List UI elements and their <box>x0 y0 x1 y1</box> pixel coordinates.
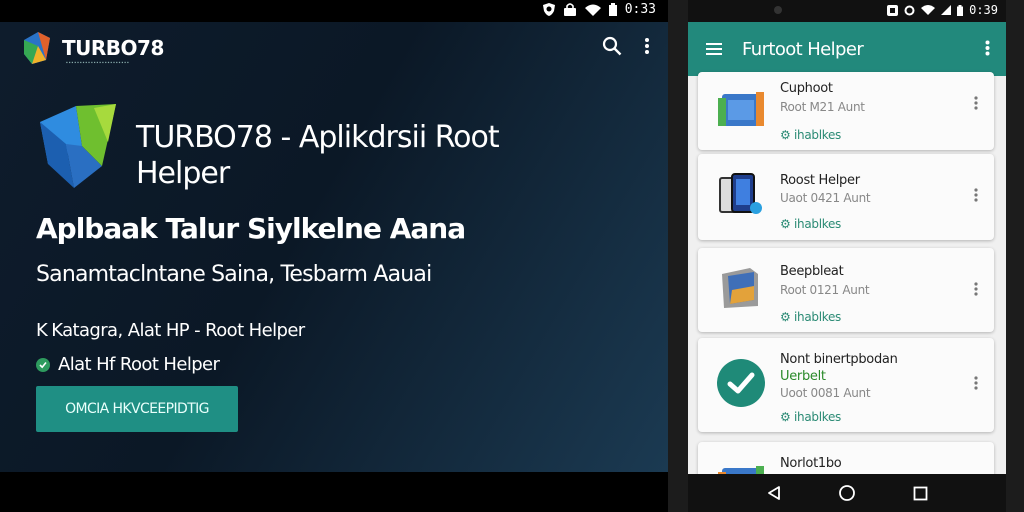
category-text: Katagra, Alat HP - Root Helper <box>51 320 305 341</box>
item-title: Nont binertpbodan <box>780 352 898 367</box>
item-subtitle: Root M21 Aunt <box>780 100 865 114</box>
brand-name: TURBO78 <box>62 36 164 60</box>
list-item[interactable]: Beepbleat Root 0121 Aunt ⚙ ihablkes <box>698 248 994 332</box>
search-icon[interactable] <box>602 36 622 56</box>
hero-area: TURBO78 ▪▪▪▪▪▪▪▪▪▪▪▪▪▪▪▪▪▪▪▪▪▪▪ TURBO78 … <box>0 22 668 472</box>
more-vert-icon[interactable] <box>644 37 650 55</box>
item-title: Beepbleat <box>780 264 844 279</box>
check-circle-icon <box>717 359 765 407</box>
item-tag: ⚙ ihablkes <box>780 217 841 231</box>
item-tag: ⚙ ihablkes <box>780 410 841 424</box>
more-vert-icon[interactable] <box>974 376 978 390</box>
folder-icon <box>718 92 764 126</box>
hero-subtitle: Aplbaak Talur Siylkelne Aana <box>36 212 466 245</box>
menu-icon[interactable] <box>706 43 722 55</box>
folder-icon <box>718 466 764 474</box>
hero-title: TURBO78 - Aplikdrsii Root Helper <box>136 120 500 191</box>
item-tag-label: ihablkes <box>793 217 841 231</box>
item-tag: ⚙ ihablkes <box>780 310 841 324</box>
home-icon[interactable] <box>838 484 856 502</box>
hero-description: Sanamtaclntane Saina, Tesbarm Aauai <box>36 262 432 287</box>
bottom-bar <box>0 472 668 512</box>
nfc-icon <box>887 4 899 16</box>
app-logo-icon <box>40 104 116 188</box>
phone-screen: Furtoot Helper Cuphoot Root M21 Aunt ⚙ i… <box>688 22 1006 474</box>
app-bar-title: Furtoot Helper <box>742 38 864 60</box>
item-tag: ⚙ ihablkes <box>780 128 841 142</box>
shield-icon <box>542 3 555 16</box>
sync-icon <box>904 5 915 15</box>
check-icon <box>36 357 50 372</box>
item-title: Norlot1bo <box>780 456 842 471</box>
promo-panel: 0:33 TURBO78 ▪▪▪▪▪▪▪▪▪▪▪▪▪▪▪▪▪▪▪▪▪▪▪ TUR… <box>0 0 668 512</box>
app-bar: Furtoot Helper <box>688 22 1006 76</box>
back-icon[interactable] <box>766 485 782 501</box>
category-row: K Katagra, Alat HP - Root Helper <box>36 320 305 341</box>
lock-icon <box>563 3 576 16</box>
status-text: Alat Hf Root Helper <box>58 354 220 375</box>
phone-status-bar: 0:39 <box>688 0 1006 22</box>
phone-icon <box>719 173 762 214</box>
item-title: Roost Helper <box>780 173 860 188</box>
phone-status-time: 0:39 <box>969 3 998 17</box>
battery-icon <box>957 4 964 16</box>
more-vert-icon[interactable] <box>974 282 978 296</box>
wifi-icon <box>921 5 936 15</box>
recents-icon[interactable] <box>913 486 928 501</box>
item-status: Uerbelt <box>780 369 826 384</box>
wifi-icon <box>584 4 601 16</box>
category-prefix: K <box>36 320 48 341</box>
list-item[interactable]: Cuphoot Root M21 Aunt ⚙ ihablkes <box>698 72 994 150</box>
list-item[interactable]: Norlot1bo <box>698 442 994 474</box>
item-tag-label: ihablkes <box>793 128 841 142</box>
item-title: Cuphoot <box>780 81 833 96</box>
item-subtitle: Uaot 0421 Aunt <box>780 191 871 205</box>
download-button[interactable]: OMCIA HKVCEEPIDTIG <box>36 386 238 432</box>
item-subtitle: Uoot 0081 Aunt <box>780 386 871 400</box>
status-time: 0:33 <box>624 2 656 17</box>
item-tag-label: ihablkes <box>793 410 841 424</box>
list-item[interactable]: Nont binertpbodan Uerbelt Uoot 0081 Aunt… <box>698 338 994 432</box>
battery-icon <box>608 3 617 16</box>
item-tag-label: ihablkes <box>793 310 841 324</box>
more-vert-icon[interactable] <box>985 40 990 56</box>
navigation-bar <box>688 474 1006 512</box>
camera-icon <box>774 6 782 14</box>
status-row: Alat Hf Root Helper <box>36 354 220 375</box>
more-vert-icon[interactable] <box>974 96 978 110</box>
box-icon <box>722 268 758 308</box>
more-vert-icon[interactable] <box>974 188 978 202</box>
status-bar: 0:33 <box>0 0 668 22</box>
list-item[interactable]: Roost Helper Uaot 0421 Aunt ⚙ ihablkes <box>698 154 994 240</box>
brand-logo-icon <box>24 32 50 64</box>
signal-icon <box>941 5 952 15</box>
item-subtitle: Root 0121 Aunt <box>780 283 870 297</box>
top-actions <box>602 36 650 56</box>
brand-tagline-strip: ▪▪▪▪▪▪▪▪▪▪▪▪▪▪▪▪▪▪▪▪▪▪▪ <box>66 60 130 66</box>
